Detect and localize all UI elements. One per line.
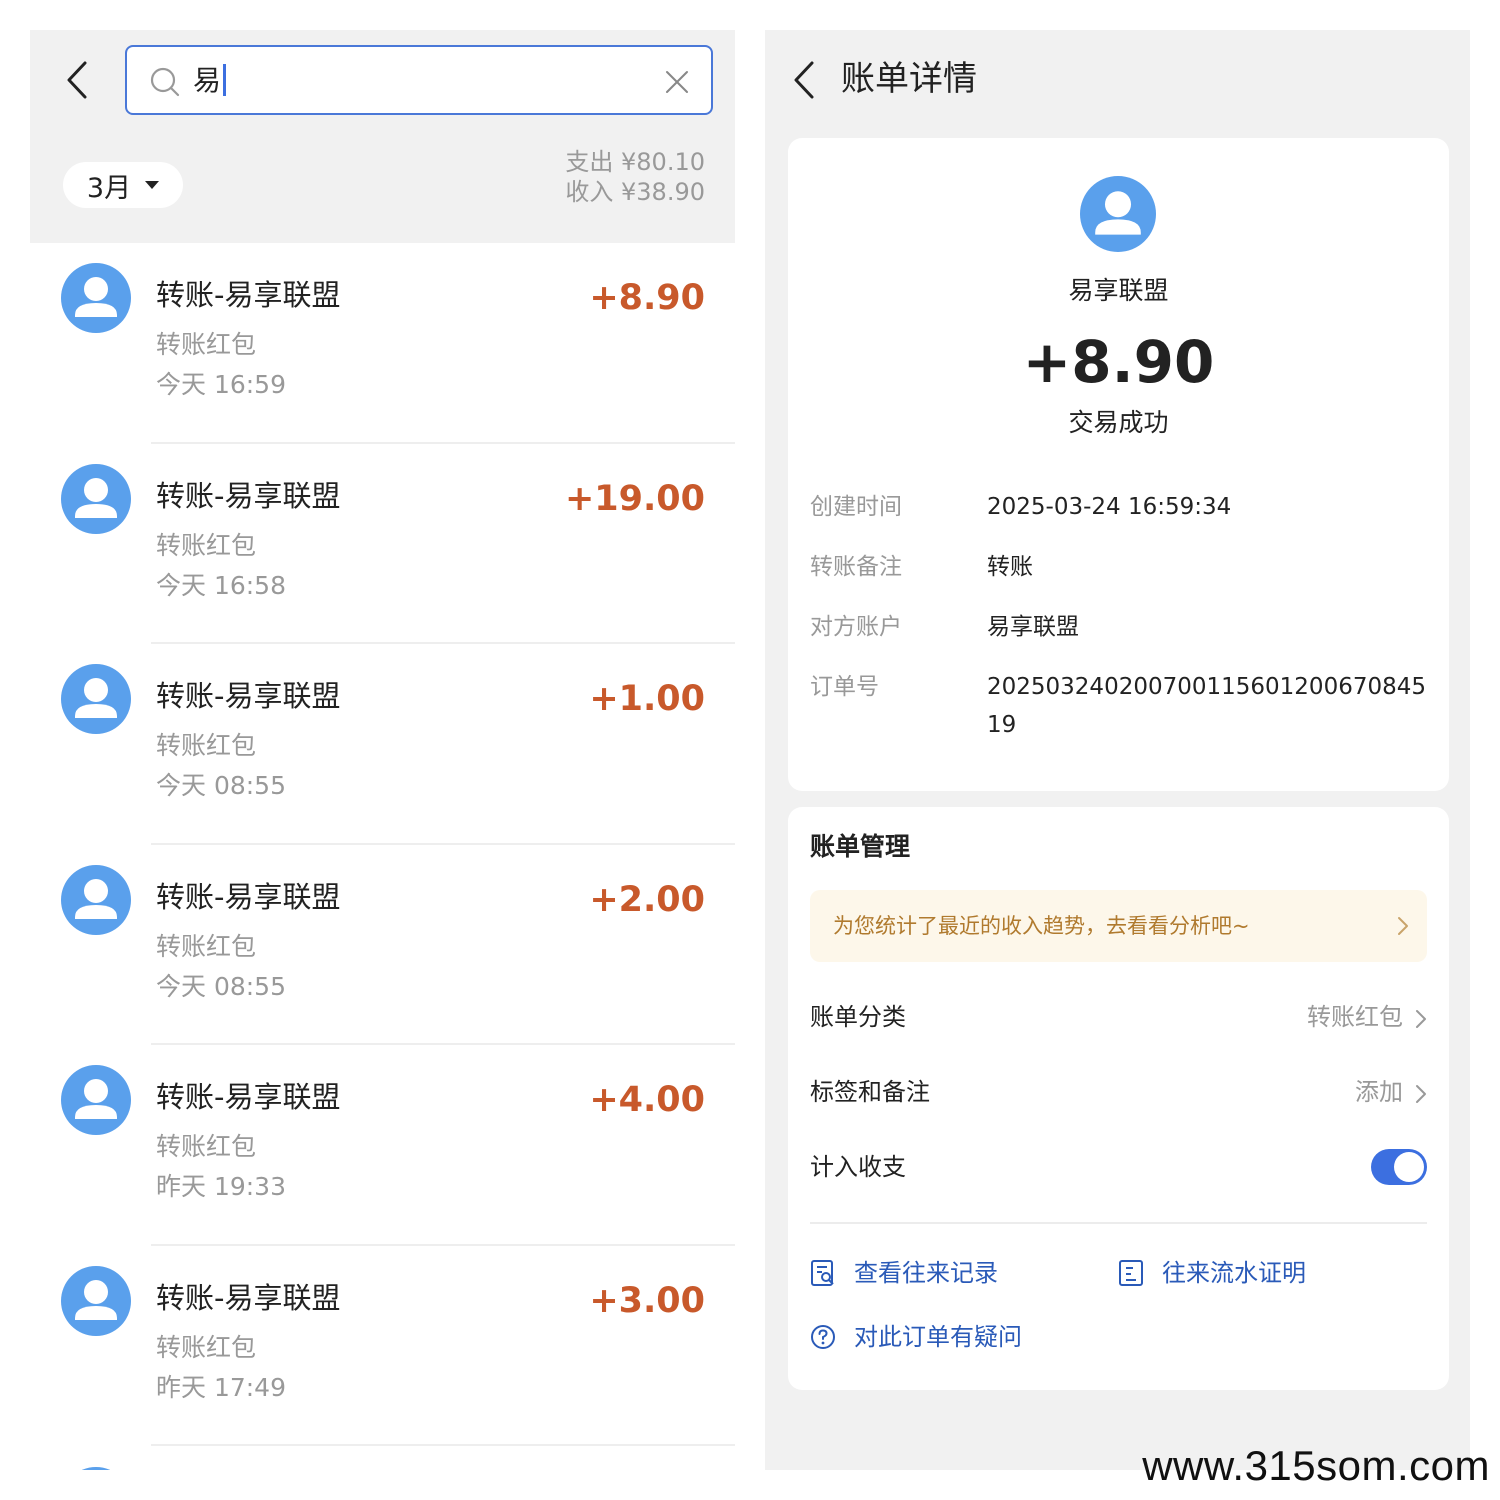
row-label: 账单分类 bbox=[810, 1003, 906, 1031]
transaction-title: 转账-易享联盟 bbox=[156, 478, 341, 513]
transaction-amount: +2.00 bbox=[589, 879, 705, 920]
bill-detail-panel: 账单详情 易享联盟 +8.90 交易成功 创建时间 2025-03-24 16:… bbox=[765, 30, 1470, 1470]
detail-value: 2025-03-24 16:59:34 bbox=[987, 494, 1232, 520]
chevron-left-icon bbox=[67, 61, 87, 99]
transaction-category: 转账红包 bbox=[156, 931, 257, 961]
transaction-title: 转账-易享联盟 bbox=[156, 679, 341, 713]
transaction-amount: +8.90 bbox=[589, 278, 705, 318]
user-avatar-icon bbox=[61, 263, 131, 333]
transaction-time: 今天 16:58 bbox=[156, 570, 286, 600]
income-trend-tip[interactable]: 为您统计了最近的收入趋势，去看看分析吧~ bbox=[810, 890, 1427, 962]
detail-value[interactable]: 20250324020070011560120067084519 bbox=[987, 668, 1437, 744]
month-label: 3月 bbox=[86, 172, 132, 204]
user-avatar-icon bbox=[61, 463, 131, 534]
detail-value: 转账 bbox=[987, 554, 1033, 580]
user-avatar-icon bbox=[61, 1265, 131, 1336]
month-filter-dropdown[interactable]: 3月 bbox=[63, 162, 183, 208]
transaction-status: 交易成功 bbox=[1068, 408, 1169, 437]
user-avatar-icon bbox=[61, 1065, 131, 1135]
count-in-balance-toggle[interactable] bbox=[1371, 1149, 1427, 1185]
transaction-amount: +4.00 bbox=[589, 1080, 705, 1120]
user-avatar-icon bbox=[61, 1467, 131, 1470]
row-value: 转账红包 bbox=[1307, 1003, 1403, 1031]
party-name: 易享联盟 bbox=[1068, 276, 1169, 305]
detail-label: 对方账户 bbox=[810, 614, 902, 640]
link-label: 对此订单有疑问 bbox=[854, 1323, 1022, 1351]
transaction-category: 转账红包 bbox=[156, 731, 257, 760]
chevron-right-icon bbox=[1416, 1085, 1426, 1103]
transaction-amount: +3.00 bbox=[589, 1280, 705, 1321]
transaction-time: 昨天 19:33 bbox=[156, 1172, 286, 1201]
back-button[interactable] bbox=[60, 58, 94, 102]
page-title: 账单详情 bbox=[841, 59, 977, 99]
row-value: 添加 bbox=[1355, 1078, 1403, 1106]
transaction-row[interactable]: 转账-易享联盟 转账红包 今天 16:58 +19.00 bbox=[30, 444, 735, 644]
user-avatar-icon bbox=[61, 664, 131, 734]
transaction-title: 转账-易享联盟 bbox=[156, 879, 341, 914]
transaction-time: 今天 08:55 bbox=[156, 771, 286, 800]
transaction-row[interactable]: 转账-易享联盟 转账红包 今天 16:59 +8.90 bbox=[30, 243, 735, 444]
user-avatar-icon bbox=[61, 864, 131, 935]
chevron-right-icon bbox=[1416, 1010, 1426, 1028]
count-in-balance-row: 计入收支 bbox=[810, 1145, 1427, 1189]
detail-value: 易享联盟 bbox=[987, 614, 1079, 640]
detail-label: 订单号 bbox=[810, 674, 879, 700]
bill-amount: +8.90 bbox=[1022, 328, 1215, 396]
tags-remarks-row[interactable]: 标签和备注 添加 bbox=[810, 1070, 1427, 1114]
search-results-panel: 易 3月 支出 ¥80.10 收入 ¥38.90 转账-易享联盟 转账红包 今天… bbox=[30, 30, 735, 1470]
toggle-knob bbox=[1394, 1152, 1424, 1182]
chevron-right-icon bbox=[1398, 917, 1408, 935]
bill-management-card: 账单管理 为您统计了最近的收入趋势，去看看分析吧~ 账单分类 转账红包 标签和备… bbox=[788, 807, 1449, 1390]
search-icon bbox=[150, 67, 180, 97]
transaction-time: 昨天 17:49 bbox=[156, 1372, 286, 1402]
transaction-list: 转账-易享联盟 转账红包 今天 16:59 +8.90 转账-易享联盟 转账红包… bbox=[30, 243, 735, 1470]
link-label: 往来流水证明 bbox=[1162, 1259, 1306, 1287]
row-label: 标签和备注 bbox=[810, 1078, 930, 1106]
transaction-row[interactable]: 转账-易享联盟 转账红包 今天 08:55 +1.00 bbox=[30, 644, 735, 845]
watermark-url: www.315som.com bbox=[1142, 1442, 1490, 1489]
view-records-link[interactable]: 查看往来记录 bbox=[810, 1255, 998, 1291]
clear-icon[interactable] bbox=[663, 68, 691, 96]
chevron-left-icon bbox=[794, 61, 814, 99]
transaction-amount: +19.00 bbox=[564, 478, 705, 519]
bill-category-row[interactable]: 账单分类 转账红包 bbox=[810, 995, 1427, 1039]
divider bbox=[810, 1222, 1427, 1224]
transaction-category: 转账红包 bbox=[156, 1132, 257, 1161]
order-question-link[interactable]: 对此订单有疑问 bbox=[810, 1319, 1022, 1355]
tip-text: 为您统计了最近的收入趋势，去看看分析吧~ bbox=[833, 914, 1250, 938]
transaction-category: 转账红包 bbox=[156, 1332, 257, 1362]
transaction-title: 转账-易享联盟 bbox=[156, 1080, 341, 1114]
search-header: 易 3月 支出 ¥80.10 收入 ¥38.90 bbox=[30, 30, 735, 243]
question-icon bbox=[811, 1325, 835, 1349]
expense-summary: 支出 ¥80.10 bbox=[565, 148, 705, 176]
transaction-row[interactable]: 转账-易享联盟 转账红包 昨天 19:33 +4.00 bbox=[30, 1045, 735, 1246]
bill-summary-card: 易享联盟 +8.90 交易成功 创建时间 2025-03-24 16:59:34… bbox=[788, 138, 1449, 791]
transaction-title: 转账-易享联盟 bbox=[156, 1280, 341, 1315]
section-title: 账单管理 bbox=[810, 832, 911, 861]
back-button[interactable] bbox=[787, 58, 821, 102]
search-query: 易 bbox=[193, 63, 227, 99]
transaction-time: 今天 16:59 bbox=[156, 370, 286, 399]
row-label: 计入收支 bbox=[810, 1153, 906, 1181]
transaction-proof-link[interactable]: 往来流水证明 bbox=[1118, 1255, 1306, 1291]
records-search-icon bbox=[811, 1260, 834, 1286]
detail-label: 转账备注 bbox=[810, 554, 902, 580]
transaction-row[interactable]: 转账-易享联盟 转账红包 昨天 17:49 +3.00 bbox=[30, 1246, 735, 1446]
income-summary: 收入 ¥38.90 bbox=[565, 178, 705, 206]
text-caret bbox=[223, 64, 227, 96]
transaction-title: 转账-易享联盟 bbox=[156, 278, 341, 312]
transaction-amount: +1.00 bbox=[589, 679, 705, 719]
transaction-category: 转账红包 bbox=[156, 330, 257, 359]
transaction-category: 转账红包 bbox=[156, 530, 257, 560]
document-icon bbox=[1119, 1260, 1143, 1286]
transaction-row-partial[interactable] bbox=[30, 1446, 735, 1470]
detail-label: 创建时间 bbox=[810, 494, 902, 520]
transaction-row[interactable]: 转账-易享联盟 转账红包 今天 08:55 +2.00 bbox=[30, 845, 735, 1045]
link-label: 查看往来记录 bbox=[854, 1259, 998, 1287]
user-avatar-icon bbox=[1080, 176, 1156, 252]
search-input[interactable]: 易 bbox=[125, 45, 713, 115]
transaction-time: 今天 08:55 bbox=[156, 971, 286, 1001]
caret-down-icon bbox=[145, 181, 160, 189]
